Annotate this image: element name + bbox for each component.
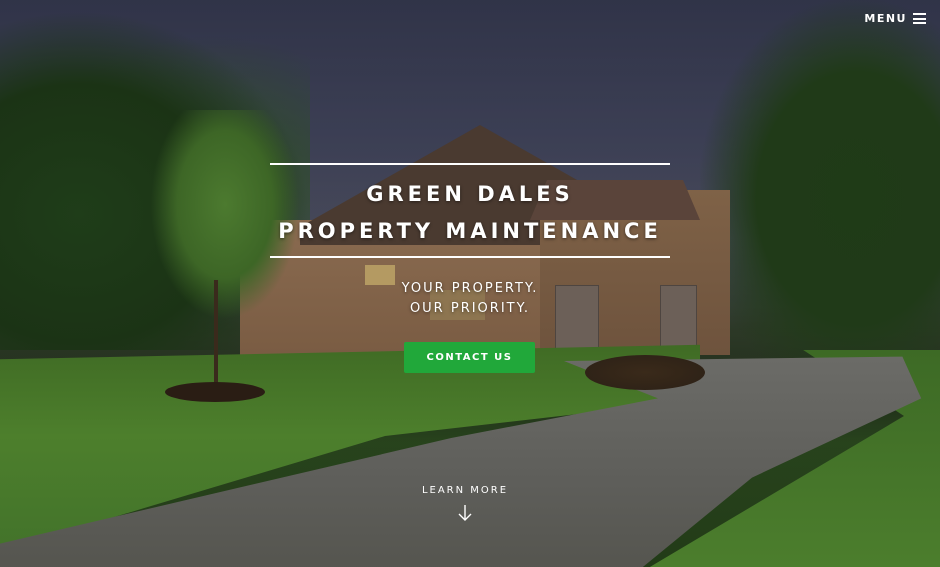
background-trees-right xyxy=(700,0,940,360)
learn-more-link[interactable]: LEARN MORE xyxy=(400,485,530,522)
hamburger-icon xyxy=(913,13,926,24)
contact-us-button[interactable]: CONTACT US xyxy=(404,342,535,373)
hero-tagline: YOUR PROPERTY. OUR PRIORITY. xyxy=(370,279,570,319)
hero-headline: GREEN DALES PROPERTY MAINTENANCE xyxy=(270,163,670,258)
hero-title-line-2: PROPERTY MAINTENANCE xyxy=(278,219,662,243)
arrow-down-icon xyxy=(458,505,472,521)
headline-bottom-rule xyxy=(270,256,670,258)
tagline-line-2: OUR PRIORITY. xyxy=(409,301,531,316)
tagline-line-1: YOUR PROPERTY. xyxy=(401,281,539,296)
learn-more-label: LEARN MORE xyxy=(421,485,509,496)
hero-title-line-1: GREEN DALES xyxy=(366,182,574,206)
background-shrubs xyxy=(585,355,705,390)
background-mulch xyxy=(165,382,265,402)
headline-top-rule xyxy=(270,163,670,165)
background-tree-trunk xyxy=(214,280,218,390)
menu-button[interactable]: MENU xyxy=(864,12,926,25)
menu-label: MENU xyxy=(864,12,907,25)
hero-section: MENU GREEN DALES PROPERTY MAINTENANCE YO… xyxy=(0,0,940,567)
